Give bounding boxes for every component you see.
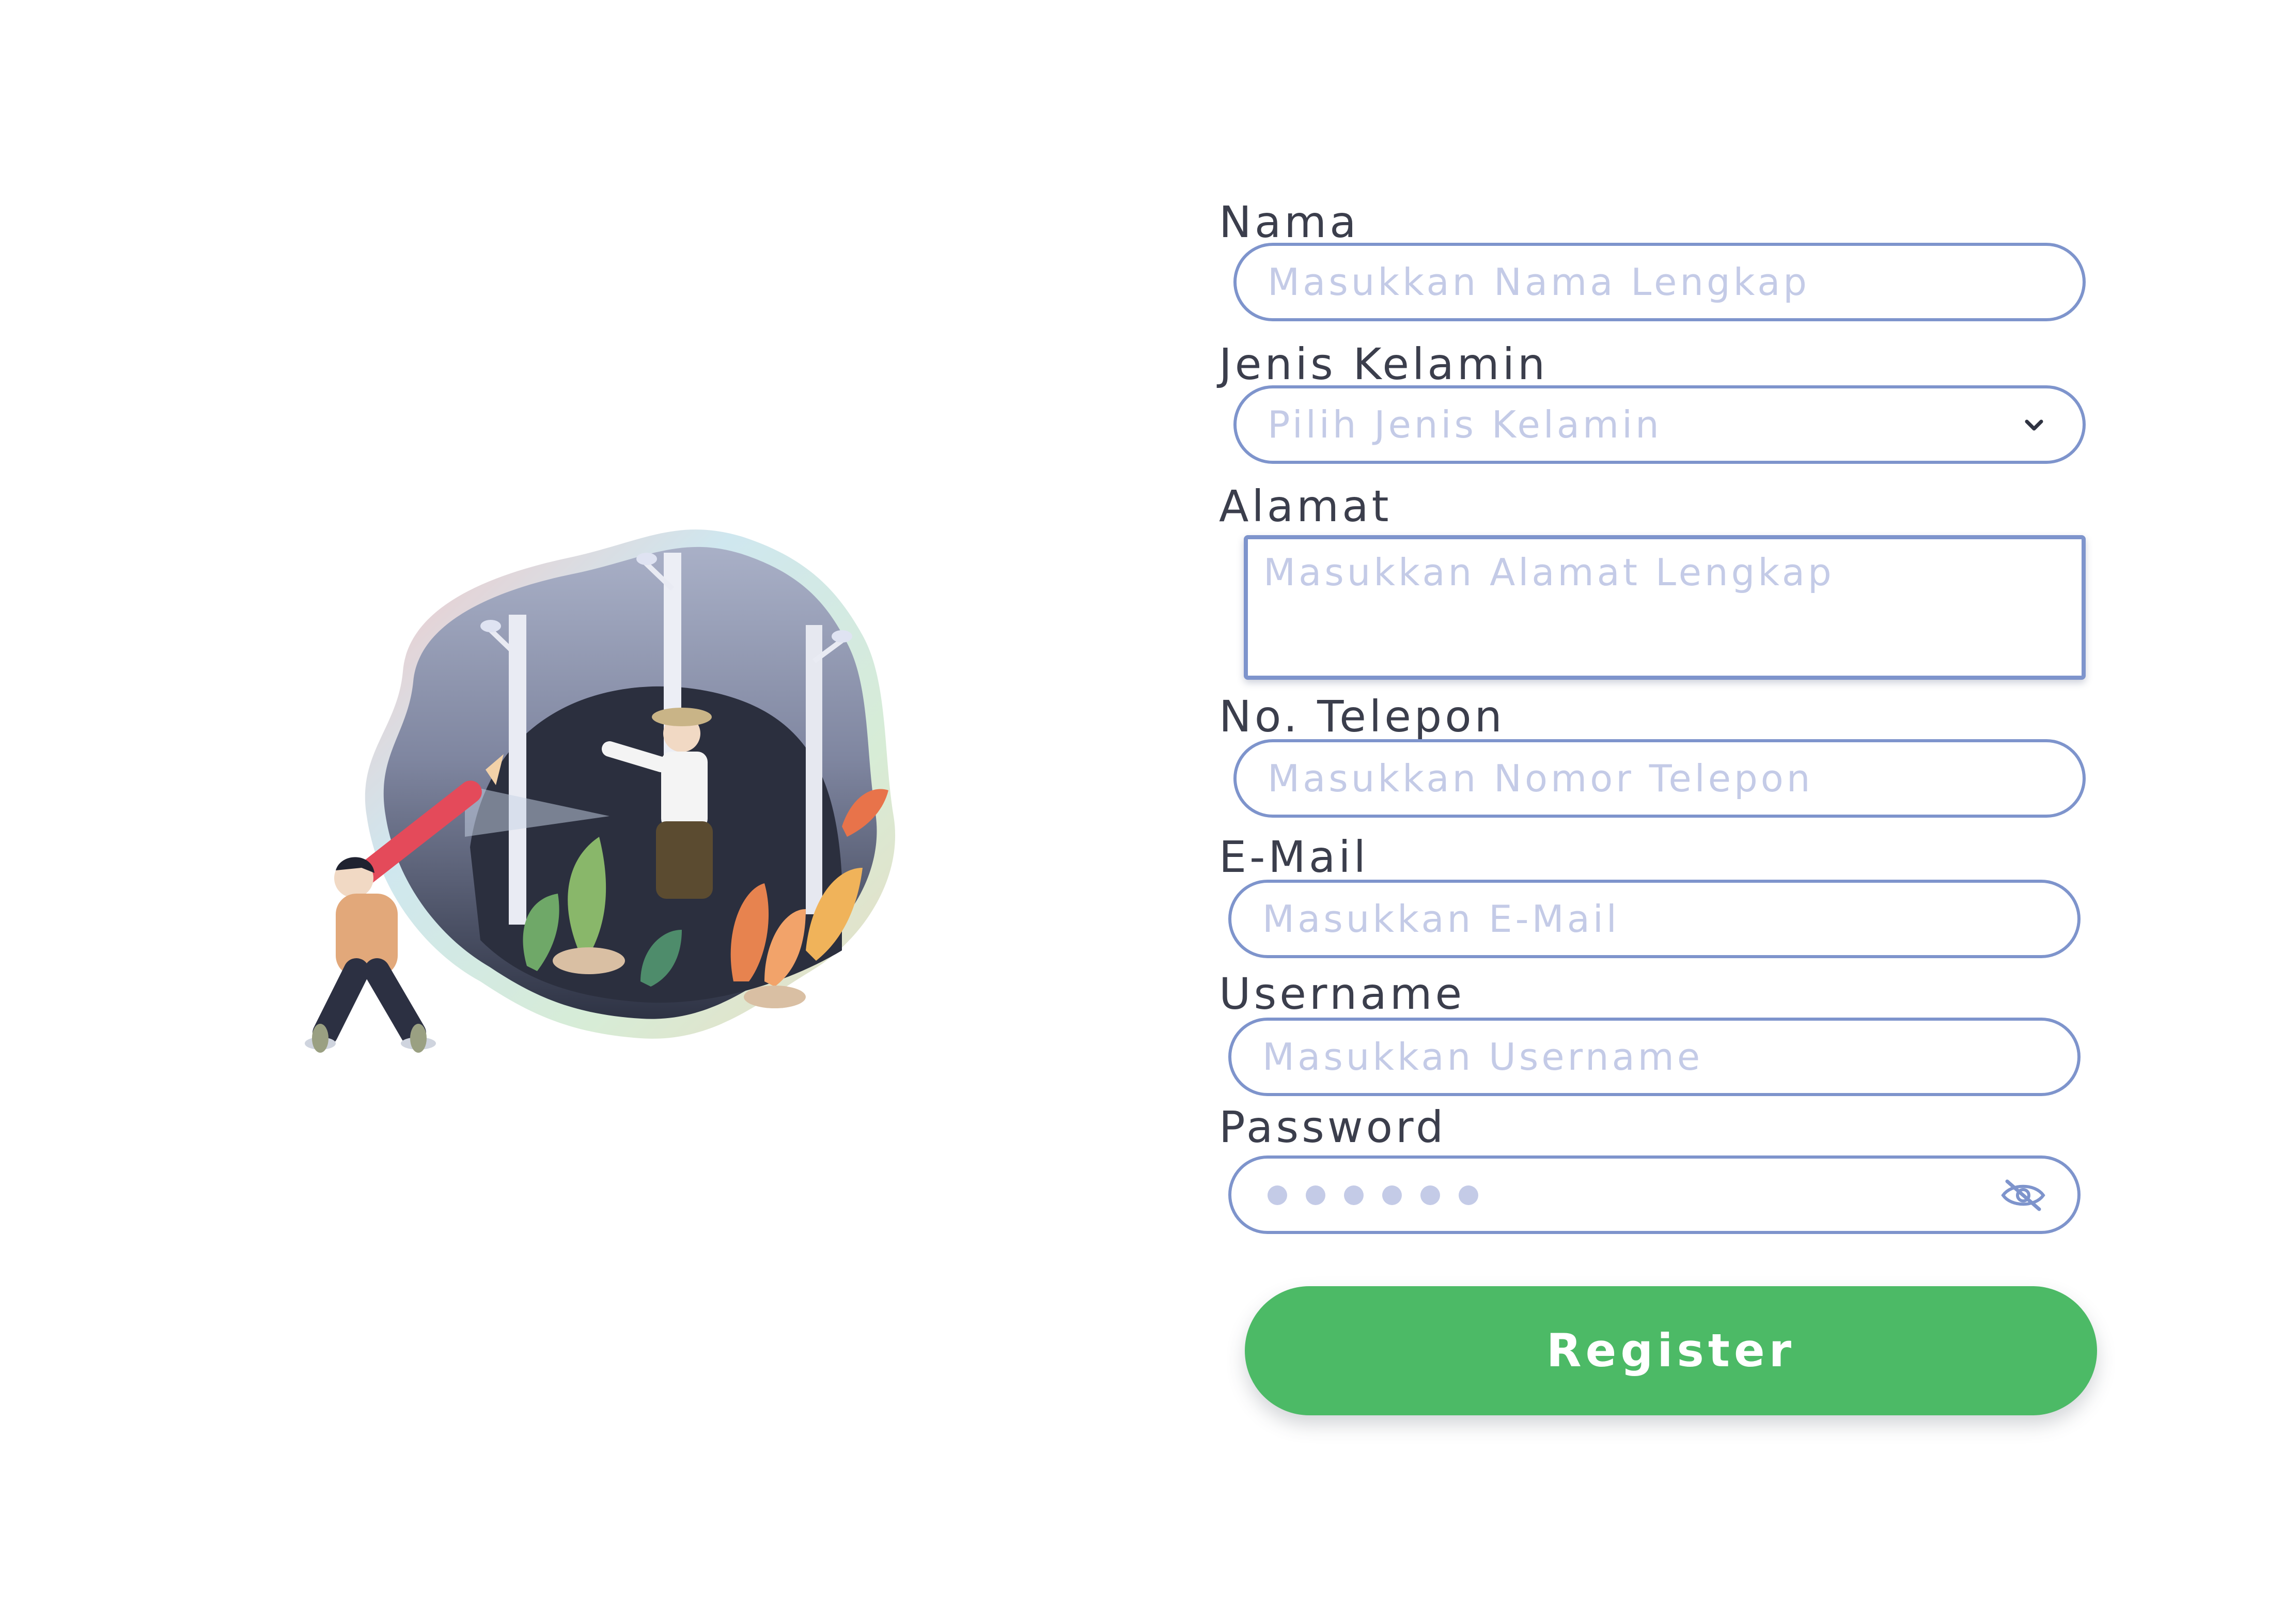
alamat-textarea[interactable]: Masukkan Alamat Lengkap (1244, 535, 2086, 680)
password-dot (1382, 1185, 1402, 1205)
email-placeholder: Masukkan E-Mail (1262, 897, 1620, 941)
password-label: Password (1219, 1102, 1447, 1152)
alamat-label: Alamat (1219, 481, 1392, 532)
forest-explorer-illustration (305, 529, 896, 1053)
nama-label: Nama (1219, 197, 1359, 247)
password-dot (1344, 1185, 1364, 1205)
password-masked-value (1268, 1185, 1478, 1205)
alamat-placeholder: Masukkan Alamat Lengkap (1263, 551, 1835, 594)
jenis-kelamin-select[interactable]: Pilih Jenis Kelamin (1233, 385, 2086, 464)
jenis-kelamin-selected-value: Pilih Jenis Kelamin (1268, 403, 1662, 446)
telepon-placeholder: Masukkan Nomor Telepon (1268, 757, 1813, 800)
username-label: Username (1219, 969, 1465, 1019)
telepon-input[interactable]: Masukkan Nomor Telepon (1233, 739, 2086, 818)
hero-illustration (248, 486, 971, 1136)
nama-placeholder: Masukkan Nama Lengkap (1268, 260, 1810, 304)
telepon-label: No. Telepon (1219, 691, 1505, 742)
password-dot (1306, 1185, 1325, 1205)
password-dot (1459, 1185, 1478, 1205)
username-input[interactable]: Masukkan Username (1228, 1018, 2081, 1096)
email-input[interactable]: Masukkan E-Mail (1228, 880, 2081, 958)
password-input[interactable] (1228, 1155, 2081, 1234)
register-button[interactable]: Register (1245, 1286, 2097, 1415)
password-dot (1268, 1185, 1287, 1205)
nama-input[interactable]: Masukkan Nama Lengkap (1233, 243, 2086, 321)
username-placeholder: Masukkan Username (1262, 1035, 1703, 1079)
chevron-down-icon[interactable] (2022, 413, 2046, 438)
email-label: E-Mail (1219, 832, 1369, 882)
eye-off-icon[interactable] (2000, 1177, 2046, 1213)
jenis-kelamin-label: Jenis Kelamin (1219, 339, 1549, 389)
registration-form: Nama Masukkan Nama Lengkap Jenis Kelamin… (1219, 0, 2097, 1624)
password-dot (1420, 1185, 1440, 1205)
